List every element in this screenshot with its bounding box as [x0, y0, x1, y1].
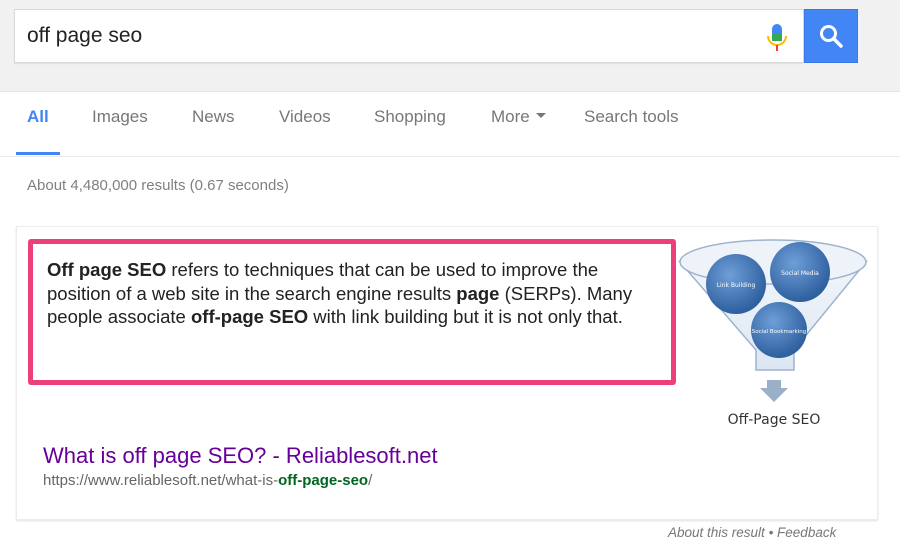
- footer-separator: •: [764, 525, 778, 540]
- about-this-result-link[interactable]: About this result: [668, 525, 765, 540]
- dropdown-arrow-icon: [535, 113, 546, 119]
- tab-more[interactable]: More: [491, 107, 546, 127]
- circle-label: Social Bookmarking: [752, 329, 806, 335]
- result-stats: About 4,480,000 results (0.67 seconds): [27, 177, 289, 194]
- tab-all[interactable]: All: [27, 107, 49, 127]
- tab-more-label: More: [491, 107, 530, 126]
- tab-news[interactable]: News: [192, 107, 235, 127]
- result-title-link[interactable]: What is off page SEO? - Reliablesoft.net: [43, 443, 438, 469]
- snippet-part: with link building but it is not only th…: [308, 306, 623, 327]
- search-box: [14, 9, 804, 63]
- result-url: https://www.reliablesoft.net/what-is-off…: [43, 472, 372, 489]
- microphone-icon[interactable]: [765, 22, 789, 54]
- search-input[interactable]: [27, 20, 747, 52]
- tab-shopping[interactable]: Shopping: [374, 107, 446, 127]
- active-tab-indicator: [16, 152, 60, 155]
- feedback-link[interactable]: Feedback: [777, 525, 836, 540]
- circle-label: Social Media: [781, 270, 819, 277]
- result-url-end: /: [368, 472, 373, 489]
- snippet-part: off-page SEO: [191, 306, 309, 327]
- result-footer: About this result • Feedback: [668, 525, 836, 540]
- search-tabs: All Images News Videos Shopping More Sea…: [0, 93, 900, 157]
- snippet-text: Off page SEO refers to techniques that c…: [47, 258, 657, 329]
- off-page-seo-funnel-image[interactable]: Link Building Social Media Social Bookma…: [676, 232, 872, 436]
- tab-videos[interactable]: Videos: [279, 107, 331, 127]
- tab-search-tools[interactable]: Search tools: [584, 107, 679, 127]
- search-icon: [820, 25, 843, 48]
- down-arrow-icon: [760, 380, 788, 402]
- funnel-diagram: Link Building Social Media Social Bookma…: [677, 239, 869, 402]
- graphic-caption: Off-Page SEO: [727, 412, 821, 428]
- snippet-part: Off page SEO: [47, 259, 167, 280]
- tab-images[interactable]: Images: [92, 107, 148, 127]
- snippet-highlight-box: Off page SEO refers to techniques that c…: [28, 239, 676, 385]
- circle-label: Link Building: [717, 282, 756, 289]
- snippet-part: page: [456, 282, 500, 304]
- result-url-base: https://www.reliablesoft.net/what-is-: [43, 472, 279, 489]
- result-url-keyword: off-page-seo: [278, 472, 369, 489]
- search-button[interactable]: [804, 9, 858, 63]
